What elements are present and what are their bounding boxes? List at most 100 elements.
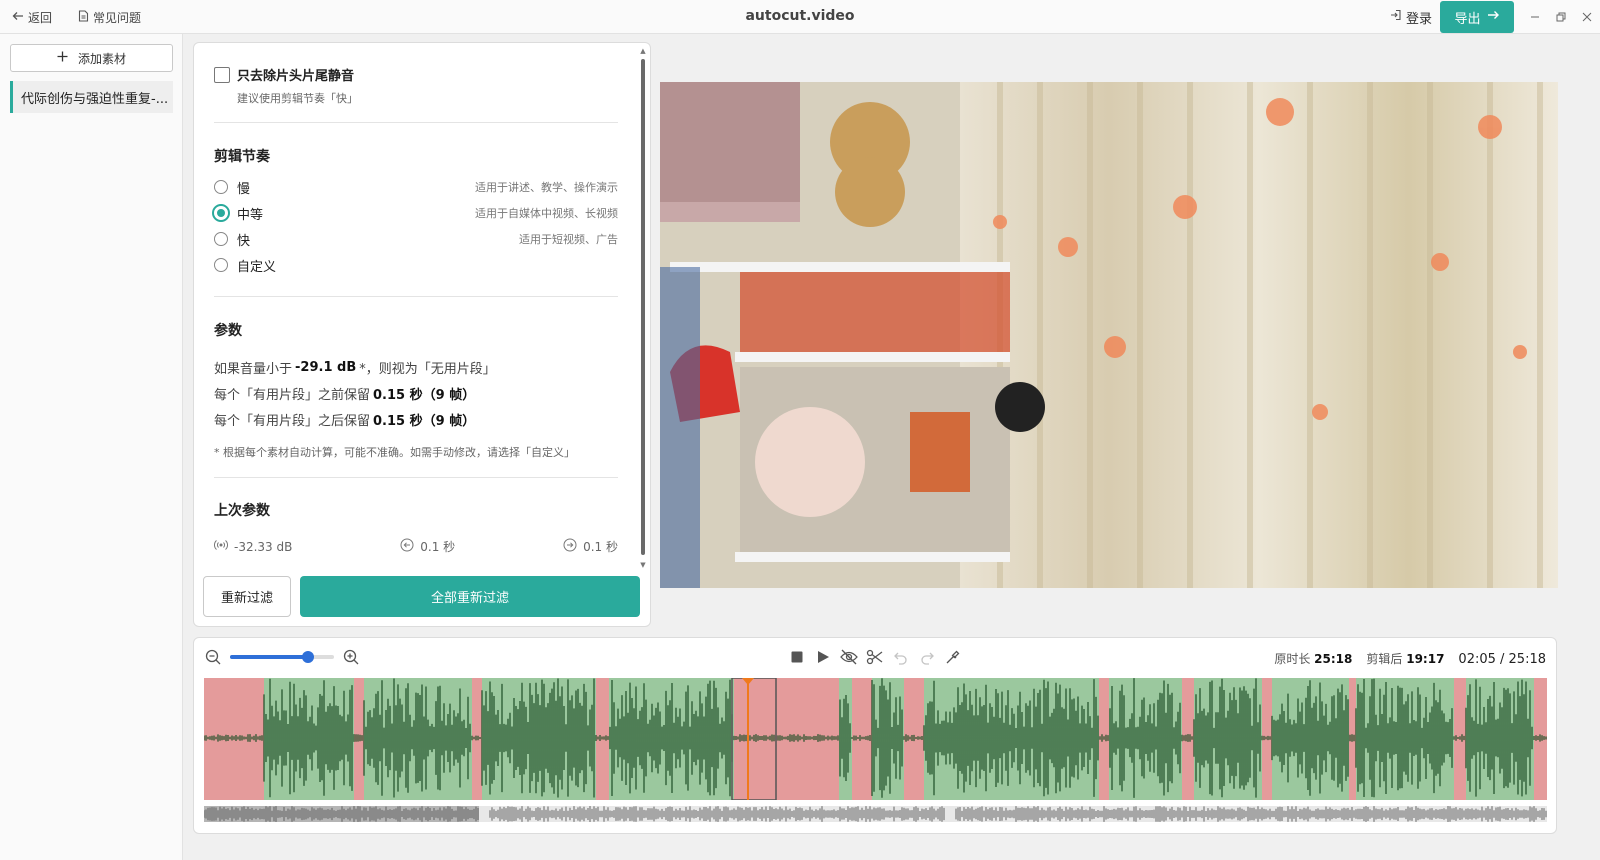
param-line: 每个「有用片段」之后保留 0.15 秒（9 帧）	[214, 406, 618, 432]
minimize-icon	[1531, 16, 1539, 18]
export-button[interactable]: 导出	[1440, 1, 1514, 33]
divider	[214, 296, 618, 297]
param-prefix: 如果音量小于	[214, 361, 293, 377]
close-button[interactable]	[1574, 0, 1600, 34]
timeline-panel: 原时长 25:18 剪辑后 19:17 02:05 / 25:18	[193, 637, 1557, 834]
waveform	[204, 678, 1547, 800]
scissors-icon[interactable]	[866, 648, 884, 666]
original-duration-value: 25:18	[1314, 652, 1353, 666]
refilter-button[interactable]: 重新过滤	[203, 576, 291, 617]
pace-option[interactable]: 慢 适用于讲述、教学、操作演示	[214, 174, 618, 200]
overview-waveform	[204, 806, 1547, 822]
scroll-down-icon[interactable]: ▼	[639, 561, 647, 569]
last-volume-value: -32.33 dB	[234, 539, 293, 554]
pace-radio[interactable]	[214, 232, 228, 246]
param-lines: 如果音量小于 -29.1 dB *，则视为「无用片段」 每个「有用片段」之前保留 0.1…	[214, 354, 618, 432]
login-button[interactable]: 登录	[1390, 8, 1432, 27]
params-section: 参数 如果音量小于 -29.1 dB *，则视为「无用片段」 每个「有用片段」之前保留…	[214, 320, 618, 460]
overview-scrollbar[interactable]	[204, 806, 1547, 822]
pace-option[interactable]: 快 适用于短视频、广告	[214, 226, 618, 252]
video-preview[interactable]	[660, 82, 1558, 588]
pace-options: 慢 适用于讲述、教学、操作演示中等 适用于自媒体中视频、长视频快 适用于短视频、广告自…	[212, 174, 618, 278]
stop-icon[interactable]	[788, 648, 806, 666]
pace-option-desc: 适用于自媒体中视频、长视频	[475, 207, 618, 220]
media-file-item[interactable]: 代际创伤与强迫性重复-...	[10, 81, 173, 113]
edited-duration-label: 剪辑后	[1366, 652, 1403, 666]
overview-viewport[interactable]	[204, 806, 479, 822]
pace-option-desc: 适用于短视频、广告	[519, 233, 618, 246]
trim-only-hint: 建议使用剪辑节奏「快」	[237, 92, 358, 105]
waveform-track[interactable]	[204, 678, 1547, 800]
playhead-time: 02:05 / 25:18	[1458, 652, 1546, 667]
zoom-in-icon[interactable]	[342, 648, 360, 666]
original-duration-label: 原时长	[1274, 652, 1311, 666]
arrow-right-circle-icon	[563, 538, 577, 555]
refilter-label: 重新过滤	[220, 591, 273, 606]
last-volume: -32.33 dB	[214, 539, 292, 554]
document-icon	[78, 9, 89, 25]
zoom-slider[interactable]	[230, 651, 334, 663]
pace-radio[interactable]	[214, 258, 228, 272]
timeline-toolbar: 原时长 25:18 剪辑后 19:17 02:05 / 25:18	[194, 638, 1556, 678]
add-media-label: 添加素材	[77, 51, 126, 66]
media-file-name: 代际创伤与强迫性重复-...	[21, 91, 169, 107]
restore-button[interactable]	[1548, 0, 1574, 34]
login-icon	[1390, 9, 1402, 25]
refilter-all-button[interactable]: 全部重新过滤	[300, 576, 640, 617]
pace-radio[interactable]	[214, 180, 228, 194]
minimize-button[interactable]	[1522, 0, 1548, 34]
param-line: 如果音量小于 -29.1 dB *，则视为「无用片段」	[214, 354, 618, 380]
pace-section: 剪辑节奏 慢 适用于讲述、教学、操作演示 中等 适用于自媒体中视频、长视频快 适用于短视…	[212, 146, 618, 278]
sidebar: 添加素材 代际创伤与强迫性重复-...	[0, 34, 183, 860]
arrow-right-icon	[1487, 9, 1500, 25]
zoom-slider-fill	[230, 655, 308, 659]
zoom-slider-knob[interactable]	[302, 651, 314, 663]
last-after: 0.1 秒	[563, 538, 618, 555]
settings-panel: 只去除片头片尾静音 建议使用剪辑节奏「快」 剪辑节奏 慢 适用于讲述、教学、操作演…	[193, 42, 651, 627]
edited-duration-value: 19:17	[1406, 652, 1445, 666]
last-before-value: 0.1 秒	[420, 540, 456, 554]
back-button[interactable]: 返回	[12, 9, 52, 26]
faq-label: 常见问题	[93, 10, 142, 25]
pace-option-label: 自定义	[237, 259, 277, 275]
export-label: 导出	[1454, 11, 1481, 27]
title-bar: 返回 常见问题 autocut.video 登录 导出	[0, 0, 1600, 34]
scroll-thumb[interactable]	[641, 59, 645, 555]
pace-option-label: 快	[237, 233, 251, 249]
last-after-value: 0.1 秒	[583, 540, 618, 554]
eye-off-icon[interactable]	[840, 648, 858, 666]
restore-icon	[1556, 12, 1566, 22]
add-media-button[interactable]: 添加素材	[10, 44, 173, 72]
divider	[214, 122, 618, 123]
param-prefix: 每个「有用片段」之后保留	[214, 413, 371, 429]
pace-option[interactable]: 自定义	[214, 252, 618, 278]
param-line: 每个「有用片段」之前保留 0.15 秒（9 帧）	[214, 380, 618, 406]
pace-option-label: 慢	[237, 181, 251, 197]
waveform-path	[204, 678, 1547, 798]
pace-option-desc: 适用于讲述、教学、操作演示	[475, 181, 618, 194]
trim-only-checkbox[interactable]	[214, 66, 230, 83]
eyedropper-icon[interactable]	[944, 648, 962, 666]
login-label: 登录	[1405, 11, 1432, 27]
zoom-out-icon[interactable]	[204, 648, 222, 666]
plus-icon	[57, 51, 68, 65]
param-value: 0.15 秒（9 帧）	[373, 387, 476, 403]
panel-scrollbar[interactable]: ▲ ▼	[639, 47, 647, 569]
refilter-all-label: 全部重新过滤	[430, 591, 509, 606]
timeline-stats: 原时长 25:18 剪辑后 19:17 02:05 / 25:18	[1274, 650, 1546, 667]
app-title: autocut.video	[745, 8, 855, 24]
pace-radio[interactable]	[212, 204, 230, 222]
param-suffix: *，则视为「无用片段」	[359, 361, 496, 377]
arrow-left-circle-icon	[400, 538, 414, 555]
pace-option[interactable]: 中等 适用于自媒体中视频、长视频	[212, 200, 618, 226]
scroll-up-icon[interactable]: ▲	[639, 47, 647, 55]
param-value: 0.15 秒（9 帧）	[373, 413, 476, 429]
volume-icon	[214, 539, 228, 554]
faq-link[interactable]: 常见问题	[78, 9, 141, 26]
undo-icon[interactable]	[892, 648, 910, 666]
param-value: -29.1 dB	[295, 359, 357, 375]
params-title: 参数	[214, 323, 242, 339]
play-icon[interactable]	[814, 648, 832, 666]
redo-icon[interactable]	[918, 648, 936, 666]
last-before: 0.1 秒	[400, 538, 455, 555]
